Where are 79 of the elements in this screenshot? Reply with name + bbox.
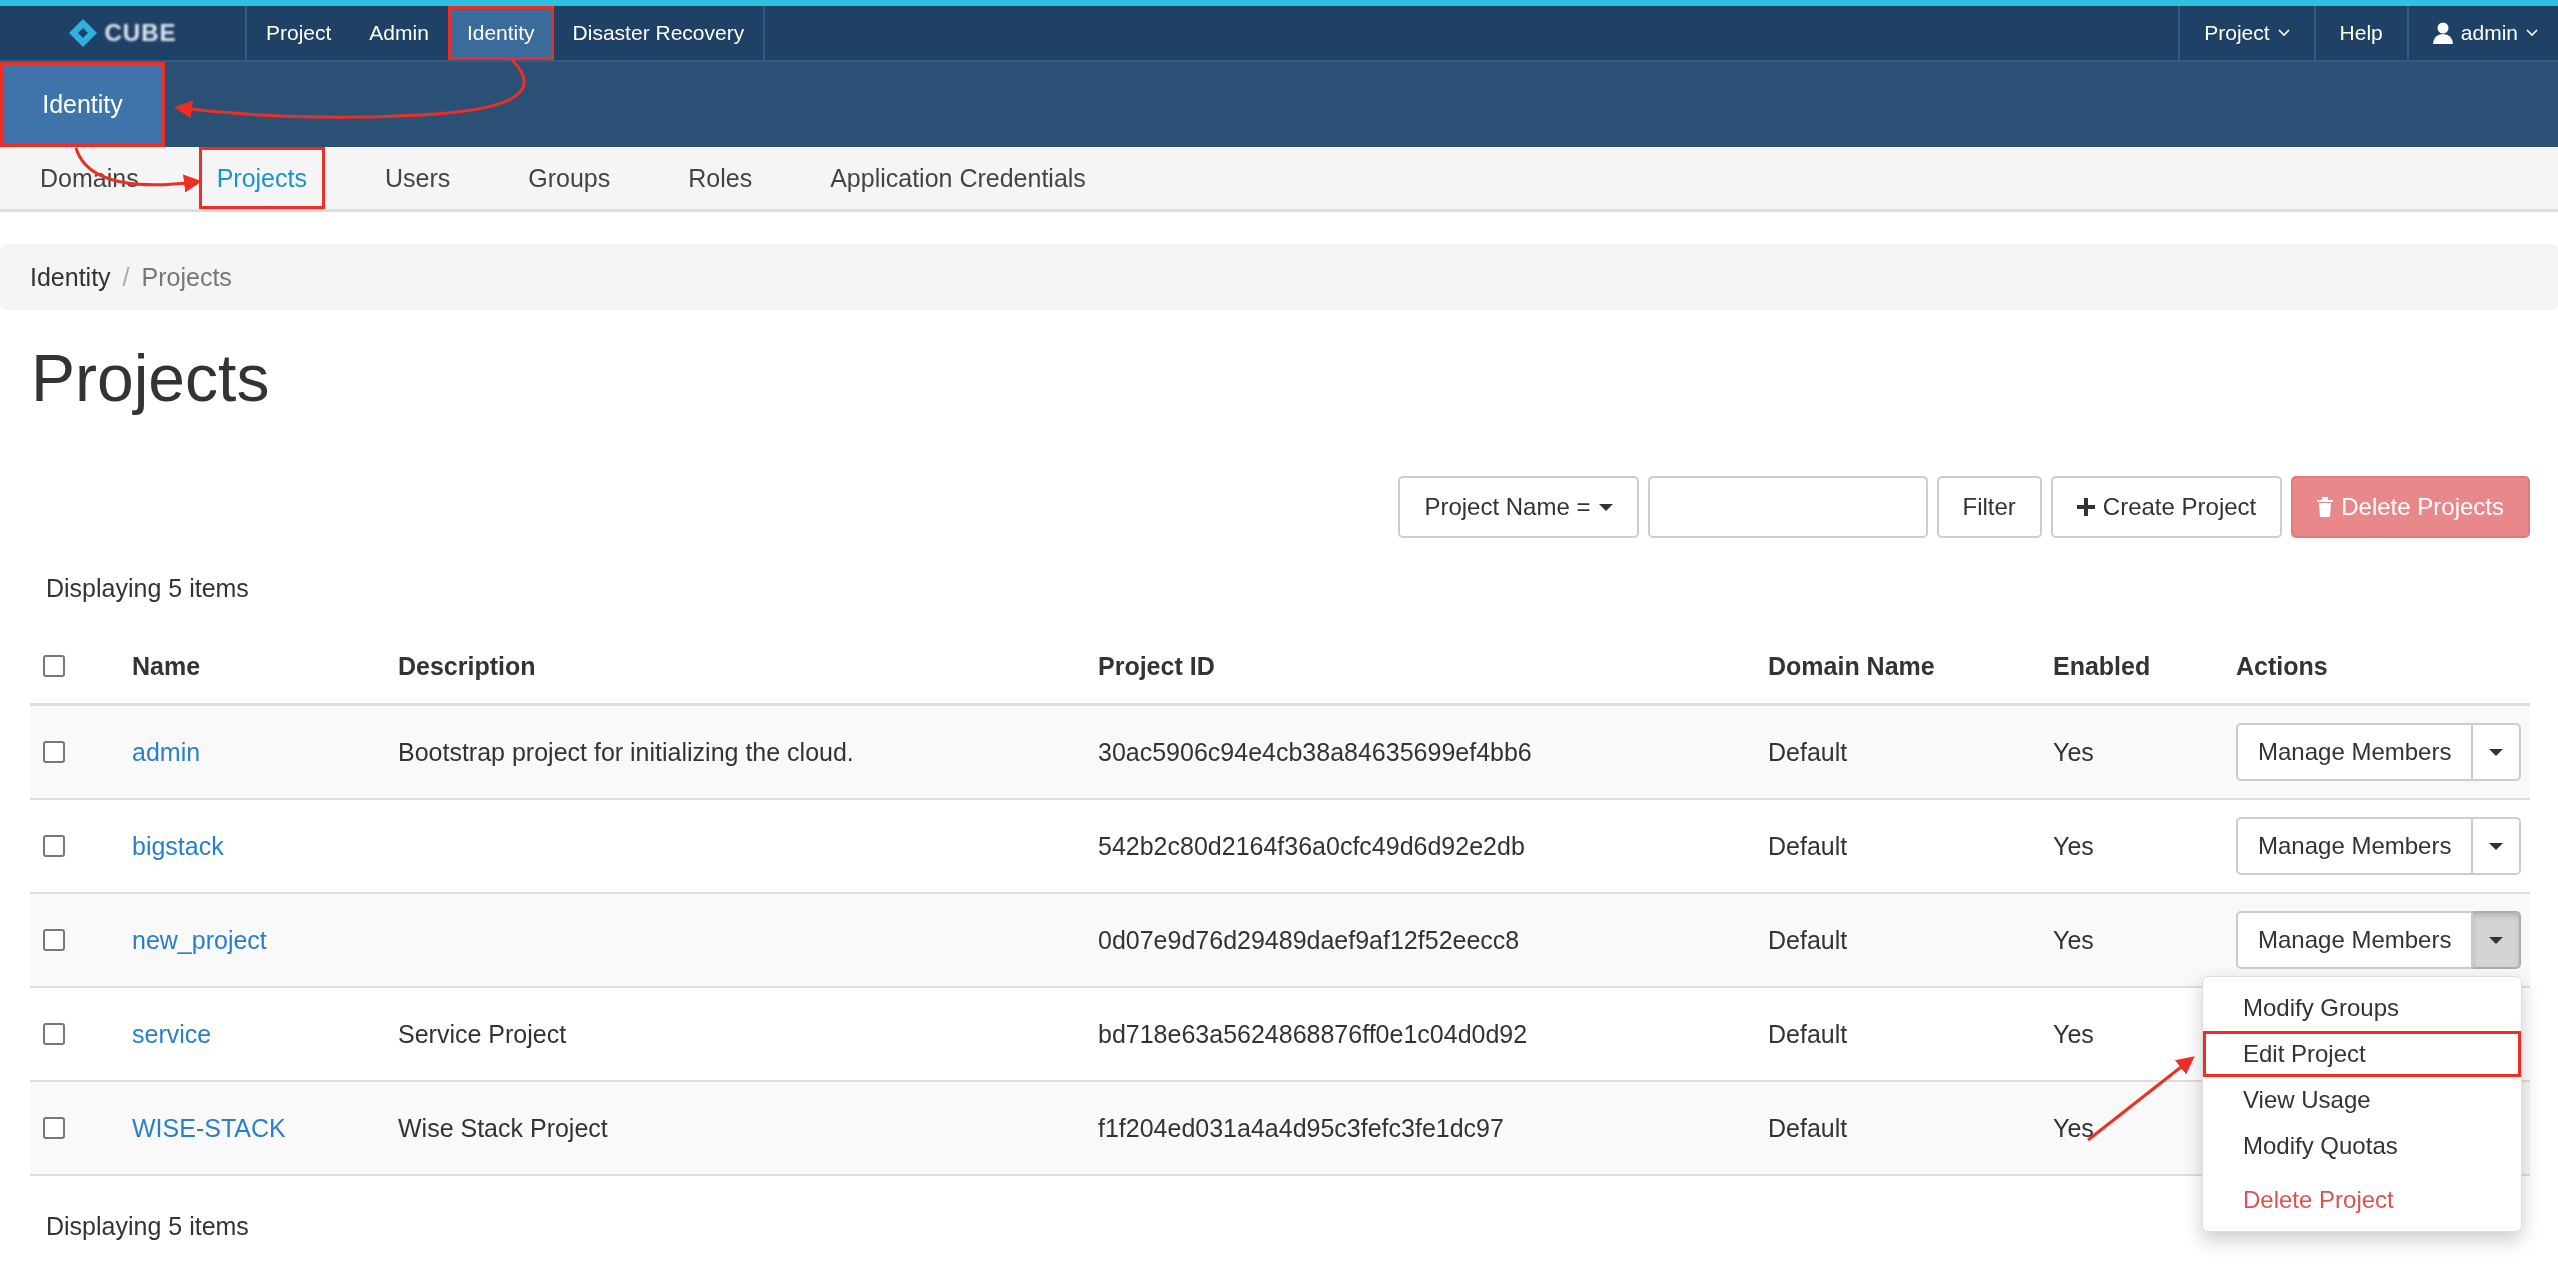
table-cell: Yes bbox=[2053, 1019, 2094, 1048]
nav-tab[interactable]: Admin bbox=[350, 6, 448, 60]
menu-item[interactable]: Modify Groups bbox=[2203, 985, 2521, 1031]
manage-members-button[interactable]: Manage Members bbox=[2236, 723, 2474, 781]
project-link[interactable]: WISE-STACK bbox=[132, 1113, 286, 1142]
project-link[interactable]: new_project bbox=[132, 925, 267, 954]
tab[interactable]: Application Credentials bbox=[812, 147, 1104, 209]
brand-name: CUBE bbox=[104, 19, 177, 47]
trash-icon bbox=[2317, 497, 2334, 517]
filter-field[interactable] bbox=[1647, 476, 1928, 538]
nav-tab[interactable]: Project bbox=[247, 6, 351, 60]
table-cell: Default bbox=[1768, 925, 1848, 954]
user-icon bbox=[2432, 22, 2453, 44]
logo-icon[interactable] bbox=[68, 18, 99, 48]
filter-button[interactable]: Filter bbox=[1936, 476, 2042, 538]
caret-icon bbox=[2489, 842, 2504, 850]
page-title: Projects bbox=[31, 340, 271, 416]
breadcrumb-item[interactable]: Identity bbox=[30, 262, 111, 292]
chevron-icon bbox=[2526, 29, 2538, 37]
breadcrumb-separator: / bbox=[122, 262, 130, 292]
table-cell: Yes bbox=[2053, 831, 2094, 860]
menu-item[interactable]: Delete Project bbox=[2203, 1177, 2521, 1223]
project-link[interactable]: service bbox=[132, 1019, 212, 1048]
nav-tab[interactable]: Disaster Recovery bbox=[553, 6, 766, 60]
item-count: Displaying 5 items bbox=[46, 574, 249, 603]
menu-item[interactable]: View Usage bbox=[2203, 1077, 2521, 1123]
table-cell: bd718e63a5624868876ff0e1c04d0d92 bbox=[1098, 1019, 1528, 1048]
column-header: Project ID bbox=[1098, 651, 1215, 680]
caret-icon bbox=[1598, 503, 1613, 511]
project-link[interactable]: bigstack bbox=[132, 831, 224, 860]
table-cell: 30ac5906c94e4cb38a84635699ef4bb6 bbox=[1098, 737, 1532, 766]
caret-icon bbox=[2489, 936, 2504, 944]
manage-members-button[interactable]: Manage Members bbox=[2236, 911, 2474, 969]
tab[interactable]: Users bbox=[366, 147, 469, 209]
filter-select[interactable]: Project Name = bbox=[1398, 476, 1639, 538]
column-header: Description bbox=[398, 651, 536, 680]
table-cell: Default bbox=[1768, 1113, 1848, 1142]
table-cell: 542b2c80d2164f36a0cfc49d6d92e2db bbox=[1098, 831, 1525, 860]
checkbox[interactable] bbox=[43, 929, 65, 951]
column-header: Name bbox=[132, 651, 201, 680]
menu-item[interactable]: Edit Project bbox=[2203, 1031, 2521, 1077]
panel-tab[interactable]: Identity bbox=[0, 62, 165, 147]
checkbox[interactable] bbox=[43, 655, 65, 677]
create-project-button[interactable]: Create Project bbox=[2050, 476, 2283, 538]
project-link[interactable]: admin bbox=[132, 737, 201, 766]
dropdown-toggle[interactable] bbox=[2473, 723, 2522, 781]
checkbox[interactable] bbox=[43, 1117, 65, 1139]
column-header: Enabled bbox=[2053, 651, 2151, 680]
table-cell: Default bbox=[1768, 1019, 1848, 1048]
nav-tab[interactable]: Identity bbox=[447, 6, 554, 60]
menu-item[interactable]: Modify Quotas bbox=[2203, 1123, 2521, 1169]
checkbox[interactable] bbox=[43, 741, 65, 763]
table-cell: Service Project bbox=[398, 1019, 567, 1048]
column-header: Actions bbox=[2236, 651, 2328, 680]
plus-icon bbox=[2076, 498, 2095, 516]
dropdown-toggle[interactable] bbox=[2473, 817, 2522, 875]
table-cell: Default bbox=[1768, 831, 1848, 860]
dropdown-toggle[interactable] bbox=[2473, 911, 2522, 969]
caret-icon bbox=[2489, 748, 2504, 756]
manage-members-button[interactable]: Manage Members bbox=[2236, 817, 2474, 875]
project-menu[interactable]: Project bbox=[2180, 6, 2316, 60]
table-cell: Bootstrap project for initializing the cloud. bbox=[398, 737, 854, 766]
table-cell: Yes bbox=[2053, 737, 2094, 766]
table-cell: Wise Stack Project bbox=[398, 1113, 608, 1142]
breadcrumb-item: Projects bbox=[141, 262, 232, 292]
chevron-icon bbox=[2277, 29, 2290, 37]
table-cell: f1f204ed031a4a4d95c3fefc3fe1dc97 bbox=[1098, 1113, 1504, 1142]
table-cell: Yes bbox=[2053, 925, 2094, 954]
help-link[interactable]: Help bbox=[2315, 6, 2409, 60]
table-cell: Default bbox=[1768, 737, 1848, 766]
user-menu[interactable]: admin bbox=[2408, 6, 2558, 60]
item-count: Displaying 5 items bbox=[46, 1212, 249, 1241]
column-header: Domain Name bbox=[1768, 651, 1935, 680]
tab[interactable]: Groups bbox=[510, 147, 629, 209]
table-cell: Yes bbox=[2053, 1113, 2094, 1142]
tab[interactable]: Roles bbox=[670, 147, 771, 209]
checkbox[interactable] bbox=[43, 1023, 65, 1045]
checkbox[interactable] bbox=[43, 835, 65, 857]
table-cell: 0d07e9d76d29489daef9af12f52eecc8 bbox=[1098, 925, 1520, 954]
